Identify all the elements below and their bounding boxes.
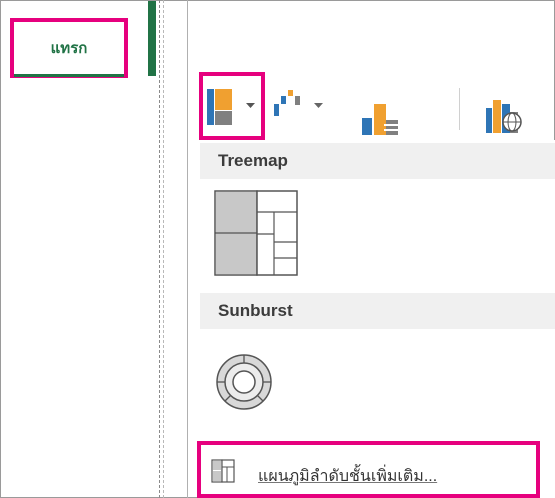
chevron-down-icon [314,103,323,108]
divider-dashed [159,0,160,498]
tab-insert[interactable]: แทรก [10,18,128,78]
statistic-chart-icon [362,104,400,135]
section-title: Sunburst [218,301,293,320]
section-header-sunburst: Sunburst [200,293,555,329]
treemap-option[interactable] [214,190,300,276]
divider-dashed-secondary [163,0,164,498]
highlight-more-charts [197,441,540,498]
tab-insert-label: แทรก [50,40,88,57]
waterfall-chart-button[interactable] [270,80,330,136]
map-chart-icon [486,100,522,133]
sunburst-option[interactable] [214,352,274,412]
sunburst-icon [216,354,272,410]
waterfall-chart-icon [274,90,300,116]
tab-insert-underline [14,74,124,77]
green-strip [148,1,156,76]
section-header-treemap: Treemap [200,143,555,179]
statistic-chart-button[interactable] [350,84,430,136]
map-chart-button[interactable] [478,84,555,136]
highlight-hierarchy-button [199,72,265,140]
treemap-icon [214,190,298,276]
ribbon-divider [459,88,460,130]
section-title: Treemap [218,151,288,170]
